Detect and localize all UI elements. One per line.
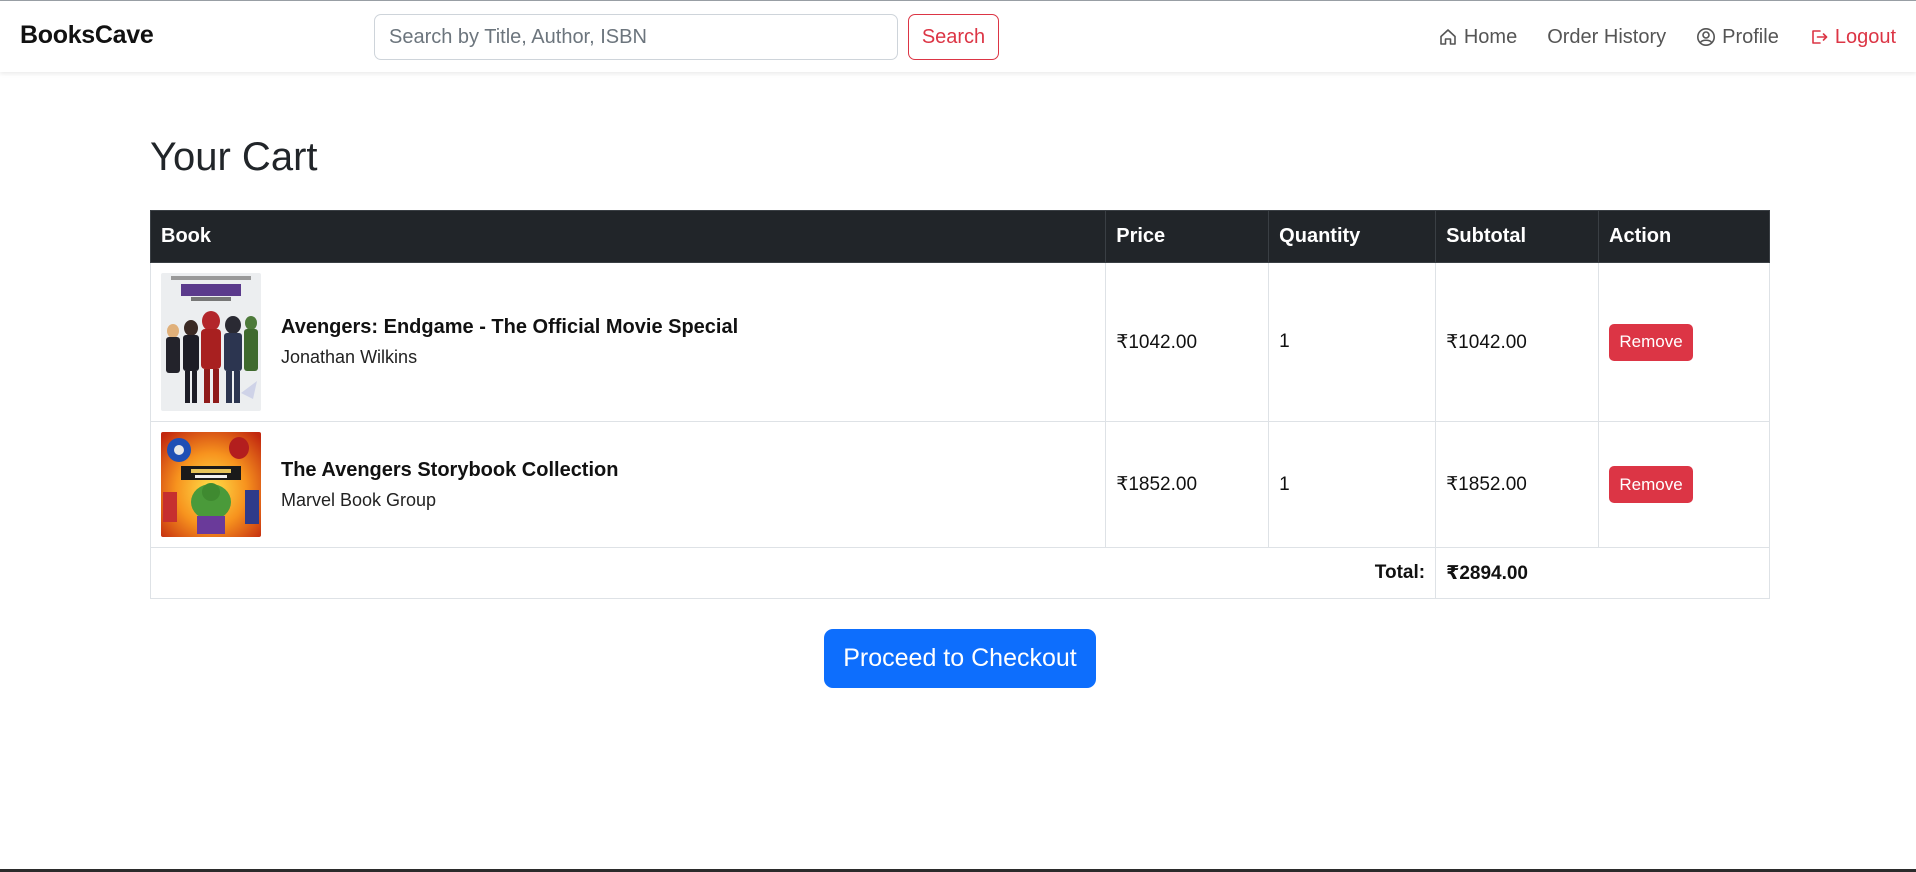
- price-cell: ₹1042.00: [1105, 262, 1270, 422]
- subtotal-cell: ₹1042.00: [1435, 262, 1600, 422]
- house-icon: [1440, 29, 1456, 45]
- book-cell: Avengers: Endgame - The Official Movie S…: [149, 262, 1107, 422]
- book-title[interactable]: The Avengers Storybook Collection: [281, 459, 618, 482]
- search-button[interactable]: Search: [908, 14, 999, 60]
- logout-icon: [1812, 30, 1828, 44]
- nav-links: Home Order History Profile Logout: [1408, 23, 1896, 51]
- subtotal-cell: ₹1852.00: [1435, 421, 1600, 548]
- search-input[interactable]: [374, 14, 898, 60]
- book-title[interactable]: Avengers: Endgame - The Official Movie S…: [281, 316, 738, 339]
- total-row: Total: ₹2894.00: [149, 547, 1770, 599]
- action-cell: Remove: [1598, 262, 1770, 422]
- nav-home-link[interactable]: Home: [1438, 26, 1517, 49]
- remove-button[interactable]: Remove: [1609, 323, 1694, 361]
- nav-logout-label: Logout: [1834, 25, 1896, 48]
- nav-order-history-label: Order History: [1547, 25, 1667, 48]
- quantity-cell: 1: [1268, 421, 1437, 548]
- cart-table: Book Price Quantity Subtotal Action Aven…: [149, 210, 1770, 599]
- column-header-price: Price: [1105, 210, 1270, 263]
- brand-logo[interactable]: BooksCave: [20, 21, 154, 50]
- page-title: Your Cart: [150, 135, 318, 179]
- book-cover-image[interactable]: [161, 432, 261, 537]
- nav-order-history-link[interactable]: Order History: [1547, 26, 1666, 49]
- price-cell: ₹1852.00: [1105, 421, 1270, 548]
- total-value: ₹2894.00: [1435, 547, 1770, 599]
- cart-row: Avengers: Endgame - The Official Movie S…: [149, 262, 1770, 422]
- nav-logout-link[interactable]: Logout: [1809, 26, 1896, 49]
- quantity-cell: 1: [1268, 262, 1437, 422]
- page: BooksCave Search Home Order History Prof…: [0, 0, 1916, 872]
- action-cell: Remove: [1598, 421, 1770, 548]
- navbar: BooksCave Search Home Order History Prof…: [0, 1, 1916, 72]
- book-author: Jonathan Wilkins: [281, 347, 418, 367]
- book-author: Marvel Book Group: [281, 489, 437, 510]
- proceed-to-checkout-button[interactable]: Proceed to Checkout: [824, 629, 1096, 688]
- nav-home-label: Home: [1463, 25, 1518, 48]
- cart-table-header: Book Price Quantity Subtotal Action: [149, 210, 1770, 263]
- cart-row: The Avengers Storybook Collection Marvel…: [149, 421, 1770, 548]
- column-header-action: Action: [1598, 210, 1770, 263]
- user-circle-icon: [1697, 28, 1716, 46]
- book-cover-image[interactable]: [161, 273, 261, 411]
- column-header-quantity: Quantity: [1268, 210, 1437, 263]
- remove-button[interactable]: Remove: [1609, 466, 1694, 503]
- book-cell: The Avengers Storybook Collection Marvel…: [149, 421, 1107, 548]
- nav-profile-label: Profile: [1722, 25, 1779, 48]
- column-header-subtotal: Subtotal: [1435, 210, 1600, 263]
- column-header-book: Book: [149, 210, 1107, 263]
- total-label: Total:: [149, 547, 1437, 599]
- nav-profile-link[interactable]: Profile: [1696, 26, 1779, 49]
